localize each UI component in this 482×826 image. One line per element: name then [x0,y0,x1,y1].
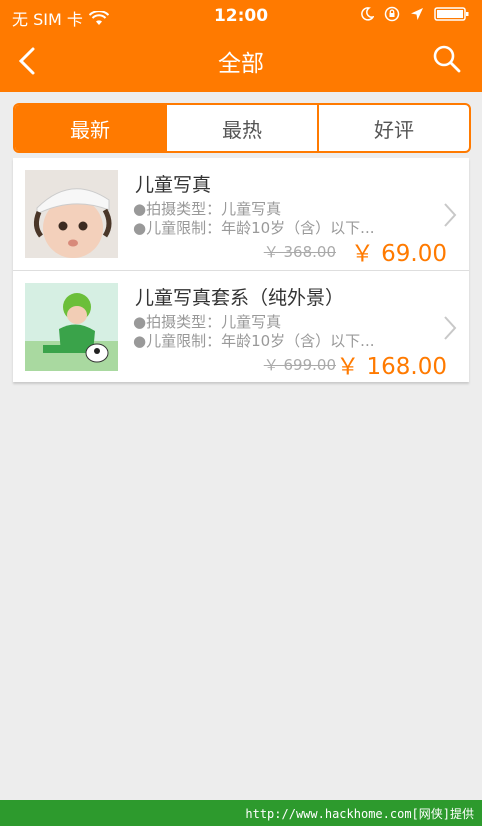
original-price: ￥ 368.00 [263,243,336,261]
tab-best-rated[interactable]: 好评 [317,105,469,151]
product-list: 儿童写真 ●拍摄类型：儿童写真 ●儿童限制：年龄10岁（含）以下... ￥ 36… [13,158,469,382]
sale-price: ￥ 168.00 [336,354,447,380]
app-header: 无 SIM 卡 12:00 全部 [0,0,482,92]
watermark-footer: http://www.hackhome.com[网侠]提供 [0,800,482,826]
sort-tabs: 最新 最热 好评 [13,103,471,153]
tab-hottest[interactable]: 最热 [165,105,317,151]
page-title: 全部 [218,51,264,77]
battery-icon [434,7,469,21]
moon-icon [361,7,374,21]
footer-text: http://www.hackhome.com[网侠]提供 [245,806,474,821]
product-title: 儿童写真 [135,174,212,196]
search-icon[interactable] [432,44,462,74]
original-price: ￥ 699.00 [263,356,336,374]
status-bar-right [360,6,470,22]
tab-latest[interactable]: 最新 [15,105,165,151]
product-type: ●拍摄类型：儿童写真 [133,313,282,331]
sale-price: ￥ 69.00 [350,241,447,267]
chevron-right-icon [444,203,457,227]
product-type: ●拍摄类型：儿童写真 [133,200,282,218]
list-item[interactable]: 儿童写真套系（纯外景） ●拍摄类型：儿童写真 ●儿童限制：年龄10岁（含）以下.… [13,270,469,382]
product-title: 儿童写真套系（纯外景） [135,287,345,309]
chevron-right-icon [444,316,457,340]
product-thumbnail [25,283,118,371]
list-item[interactable]: 儿童写真 ●拍摄类型：儿童写真 ●儿童限制：年龄10岁（含）以下... ￥ 36… [13,158,469,270]
location-icon [411,8,423,20]
rotation-lock-icon [384,6,400,22]
product-age-limit: ●儿童限制：年龄10岁（含）以下... [133,219,375,237]
product-thumbnail [25,170,118,258]
